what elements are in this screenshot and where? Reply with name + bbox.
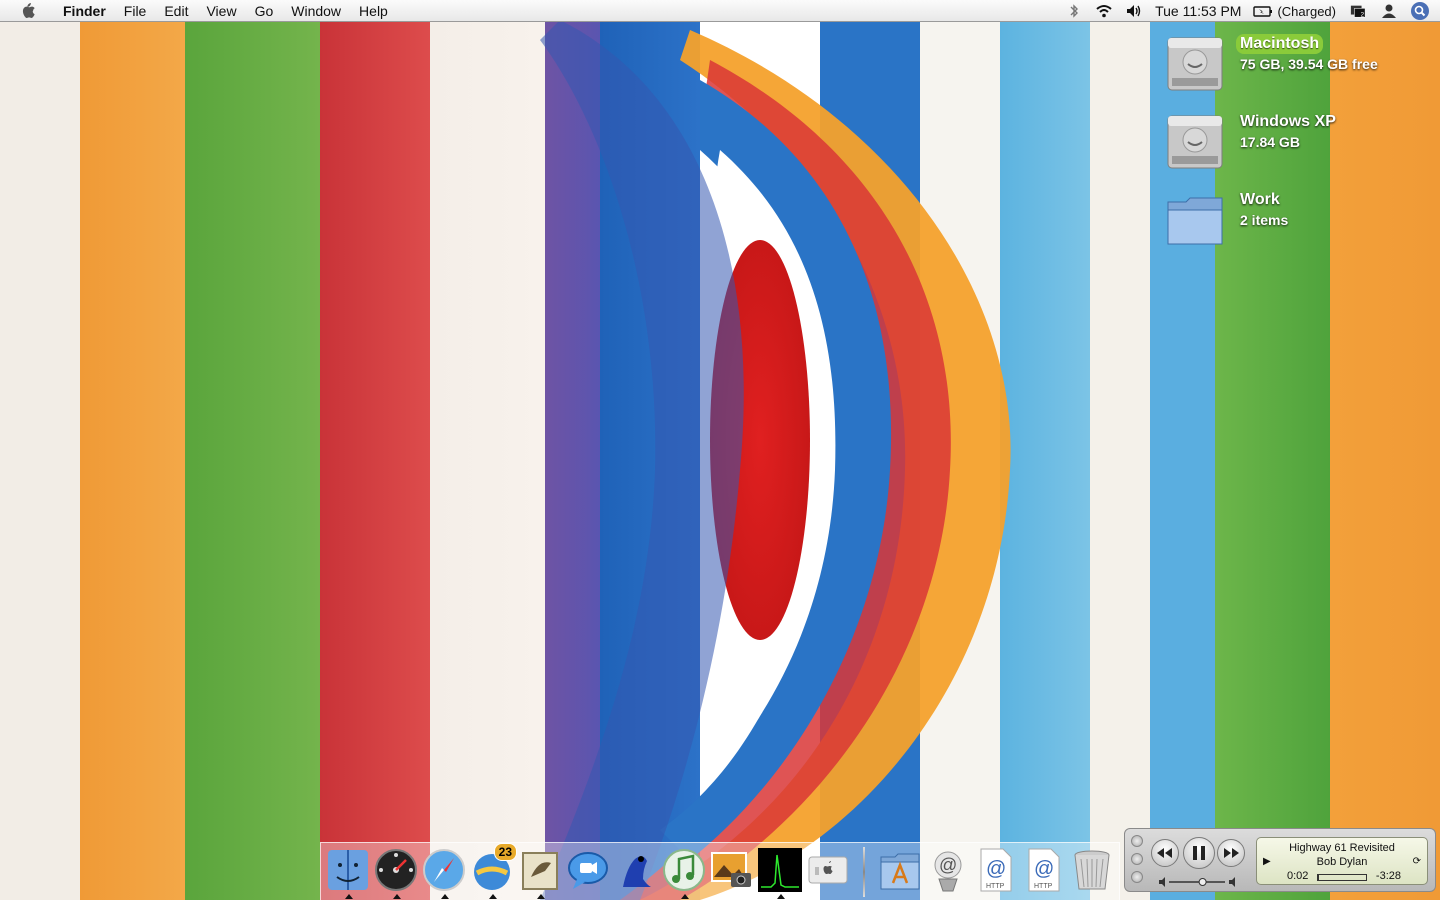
http-link-icon: @ HTTP bbox=[980, 848, 1012, 892]
mini-player: ▶ Highway 61 Revisited Bob Dylan 0:02 -3… bbox=[1124, 828, 1436, 892]
dock-dashboard[interactable] bbox=[373, 847, 419, 899]
running-indicator bbox=[537, 894, 545, 899]
dock-finder[interactable] bbox=[325, 847, 371, 899]
desktop-manager-icon[interactable]: 2 bbox=[1348, 3, 1368, 19]
svg-text:2: 2 bbox=[1361, 11, 1365, 18]
song-title: Highway 61 Revisited bbox=[1289, 842, 1395, 854]
http-label: HTTP bbox=[986, 883, 1005, 890]
menu-clock[interactable]: Tue 11:53 PM bbox=[1155, 3, 1241, 19]
volume-icon[interactable] bbox=[1125, 3, 1143, 19]
running-indicator bbox=[681, 894, 689, 899]
progress-bar[interactable] bbox=[1317, 874, 1367, 881]
volume-slider[interactable] bbox=[1157, 875, 1239, 887]
dock-iphoto[interactable] bbox=[709, 847, 755, 893]
spotlight-icon[interactable] bbox=[1410, 1, 1430, 21]
dock-trash[interactable] bbox=[1069, 847, 1115, 893]
zoom-button[interactable] bbox=[1131, 871, 1143, 883]
desktop-item-work[interactable]: Work 2 items bbox=[1164, 188, 1434, 254]
ichat-icon bbox=[568, 852, 608, 889]
dock-ical[interactable]: 23 bbox=[469, 843, 517, 899]
menu-finder[interactable]: Finder bbox=[54, 0, 115, 22]
running-indicator bbox=[441, 894, 449, 899]
dock-activity-monitor[interactable] bbox=[757, 847, 803, 899]
dock-frog-app[interactable] bbox=[613, 847, 659, 893]
menu-file[interactable]: File bbox=[115, 0, 156, 22]
close-button[interactable] bbox=[1131, 835, 1143, 847]
hard-drive-icon bbox=[1167, 115, 1223, 169]
desktop-item-name: Work bbox=[1240, 191, 1280, 208]
apple-icon[interactable] bbox=[20, 2, 36, 19]
dock-http-link-2[interactable]: @ HTTP bbox=[1021, 847, 1067, 893]
bluetooth-icon[interactable] bbox=[1065, 3, 1083, 19]
desktop-item-windows-xp[interactable]: Windows XP 17.84 GB bbox=[1164, 110, 1434, 176]
desktop-item-name: Windows XP bbox=[1240, 113, 1336, 130]
desktop-item-info: 75 GB, 39.54 GB free bbox=[1240, 56, 1378, 72]
desktop-item-macintosh[interactable]: Macintosh 75 GB, 39.54 GB free bbox=[1164, 32, 1434, 98]
wifi-icon[interactable] bbox=[1095, 3, 1113, 19]
running-indicator bbox=[777, 894, 785, 899]
desktop-item-info: 17.84 GB bbox=[1240, 134, 1300, 150]
hard-drive-icon bbox=[1167, 37, 1223, 91]
running-indicator bbox=[345, 894, 353, 899]
battery-text: (Charged) bbox=[1277, 3, 1336, 19]
running-indicator bbox=[489, 894, 497, 899]
window-controls bbox=[1131, 835, 1143, 887]
desktop-item-name: Macintosh bbox=[1236, 34, 1324, 54]
minimize-button[interactable] bbox=[1131, 853, 1143, 865]
previous-track-button[interactable] bbox=[1151, 839, 1179, 867]
menu-edit[interactable]: Edit bbox=[155, 0, 197, 22]
svg-text:@: @ bbox=[939, 855, 957, 875]
dock-http-link-1[interactable]: @ HTTP bbox=[973, 847, 1019, 893]
system-profiler-icon bbox=[808, 856, 848, 884]
dock-mail[interactable] bbox=[517, 847, 563, 899]
progress-fill bbox=[1318, 875, 1319, 880]
running-indicator bbox=[393, 894, 401, 899]
activity-monitor-icon bbox=[758, 848, 802, 892]
dock-itunes[interactable] bbox=[661, 847, 707, 899]
now-playing-display: ▶ Highway 61 Revisited Bob Dylan 0:02 -3… bbox=[1256, 837, 1428, 885]
http-link-icon: @ HTTP bbox=[1028, 848, 1060, 892]
battery-status[interactable]: (Charged) bbox=[1253, 3, 1336, 19]
folder-icon bbox=[1167, 197, 1223, 245]
menu-help[interactable]: Help bbox=[350, 0, 397, 22]
menu-bar: Finder File Edit View Go Window Help Tue… bbox=[0, 0, 1440, 22]
dock-separator bbox=[863, 847, 865, 897]
svg-text:@: @ bbox=[1034, 858, 1054, 880]
menu-go[interactable]: Go bbox=[246, 0, 283, 22]
fast-forward-icon bbox=[1224, 848, 1239, 858]
dock-safari[interactable] bbox=[421, 847, 467, 899]
pause-button[interactable] bbox=[1183, 837, 1215, 869]
safari-icon bbox=[423, 849, 465, 891]
dock-ichat[interactable] bbox=[565, 847, 611, 893]
desktop-item-info: 2 items bbox=[1240, 212, 1289, 228]
itunes-icon bbox=[663, 849, 705, 891]
rewind-icon bbox=[1157, 848, 1172, 858]
menu-window[interactable]: Window bbox=[282, 0, 350, 22]
menu-view[interactable]: View bbox=[197, 0, 245, 22]
mail-icon bbox=[522, 852, 558, 890]
dock-at-sign-stack[interactable]: @ bbox=[925, 847, 971, 893]
frog-app-icon bbox=[623, 856, 651, 887]
pause-icon bbox=[1193, 846, 1205, 860]
next-track-button[interactable] bbox=[1217, 839, 1245, 867]
user-icon[interactable] bbox=[1380, 3, 1398, 19]
artist-name: Bob Dylan bbox=[1316, 856, 1368, 868]
dashboard-icon bbox=[375, 849, 417, 891]
finder-icon bbox=[328, 850, 368, 890]
menu-extras: Tue 11:53 PM (Charged) 2 bbox=[1065, 0, 1440, 22]
iphoto-icon bbox=[711, 852, 751, 887]
at-sign-stack-icon: @ bbox=[934, 851, 962, 892]
svg-text:@: @ bbox=[986, 858, 1006, 880]
http-label: HTTP bbox=[1034, 883, 1053, 890]
trash-icon bbox=[1074, 850, 1110, 890]
ical-badge: 23 bbox=[493, 843, 517, 861]
snapback-icon[interactable]: ⟳ bbox=[1413, 856, 1421, 867]
dock-system-profiler[interactable] bbox=[805, 847, 851, 893]
applications-folder-icon bbox=[880, 853, 920, 890]
battery-icon bbox=[1253, 6, 1273, 17]
dock-applications-folder[interactable] bbox=[877, 847, 923, 893]
elapsed-time: 0:02 bbox=[1287, 870, 1309, 882]
remaining-time: -3:28 bbox=[1375, 870, 1401, 882]
dock: 23 @ @ HTTP @ HTTP bbox=[320, 842, 1120, 900]
